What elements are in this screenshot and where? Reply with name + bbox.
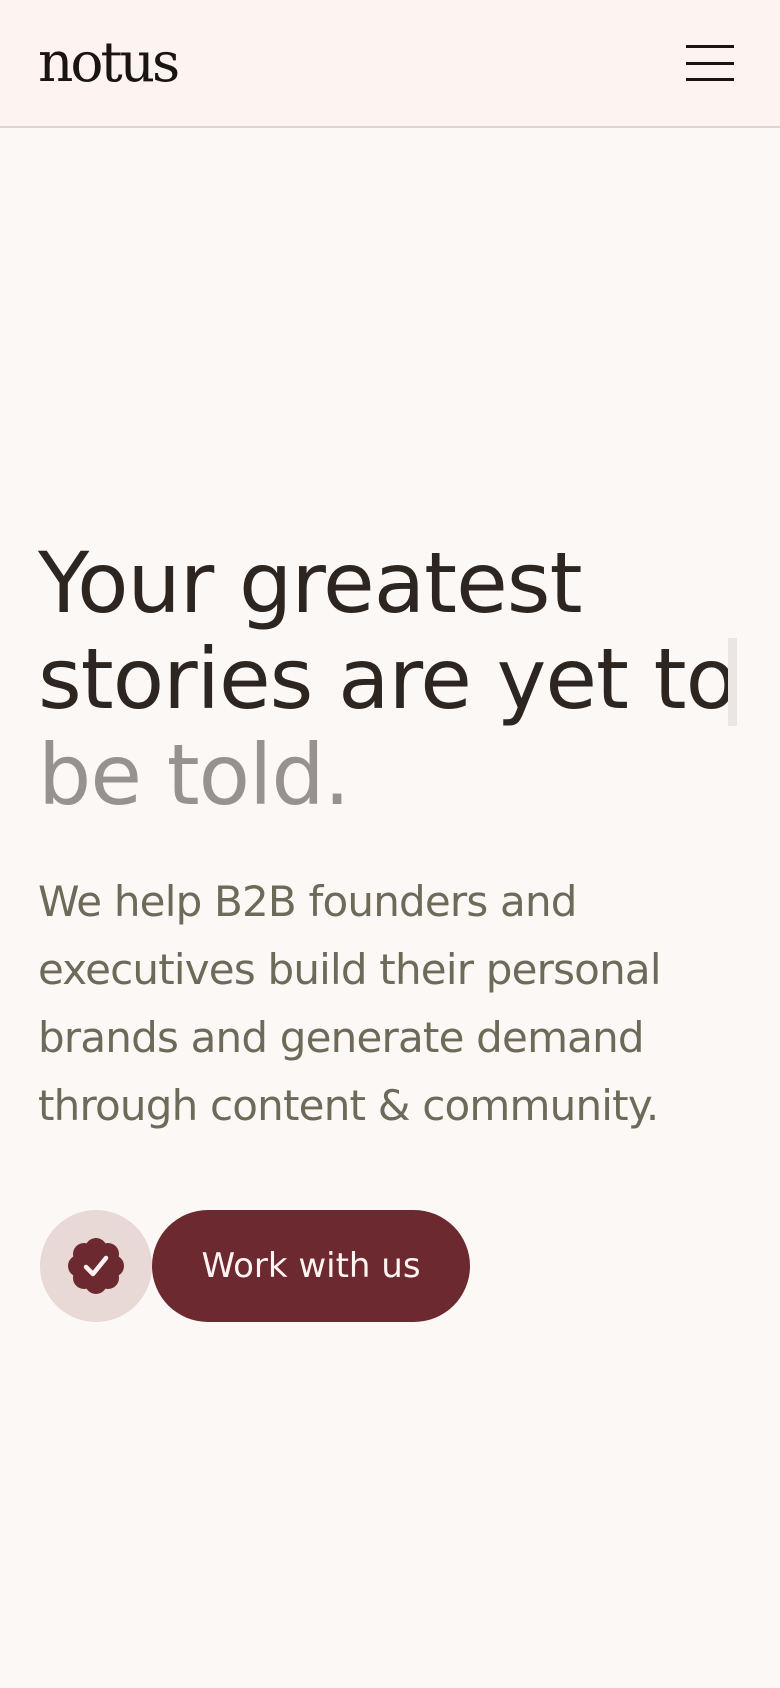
- notus-logo[interactable]: notus: [38, 30, 180, 94]
- typing-caret: [728, 638, 737, 726]
- headline-line-2: stories are yet to: [38, 630, 737, 728]
- work-with-us-button[interactable]: Work with us: [152, 1210, 470, 1322]
- hamburger-menu-icon[interactable]: [682, 40, 736, 88]
- menu-bar-middle: [686, 62, 734, 65]
- menu-bar-bottom: [686, 78, 734, 81]
- hero-subtext: We help B2B founders and executives buil…: [38, 868, 758, 1140]
- subtext-line-3: brands and generate demand: [38, 1013, 645, 1062]
- menu-bar-top: [686, 45, 734, 48]
- headline-line-3: be told.: [38, 726, 350, 824]
- subtext-line-1: We help B2B founders and: [38, 877, 577, 926]
- subtext-line-2: executives build their personal: [38, 945, 662, 994]
- hero-headline: Your greatest stories are yet to be told…: [38, 535, 758, 823]
- verified-check-icon: [68, 1238, 124, 1294]
- subtext-line-4: through content & community.: [38, 1081, 659, 1130]
- headline-line-1: Your greatest: [38, 534, 583, 632]
- site-header: notus: [0, 0, 780, 128]
- verified-badge: [40, 1210, 152, 1322]
